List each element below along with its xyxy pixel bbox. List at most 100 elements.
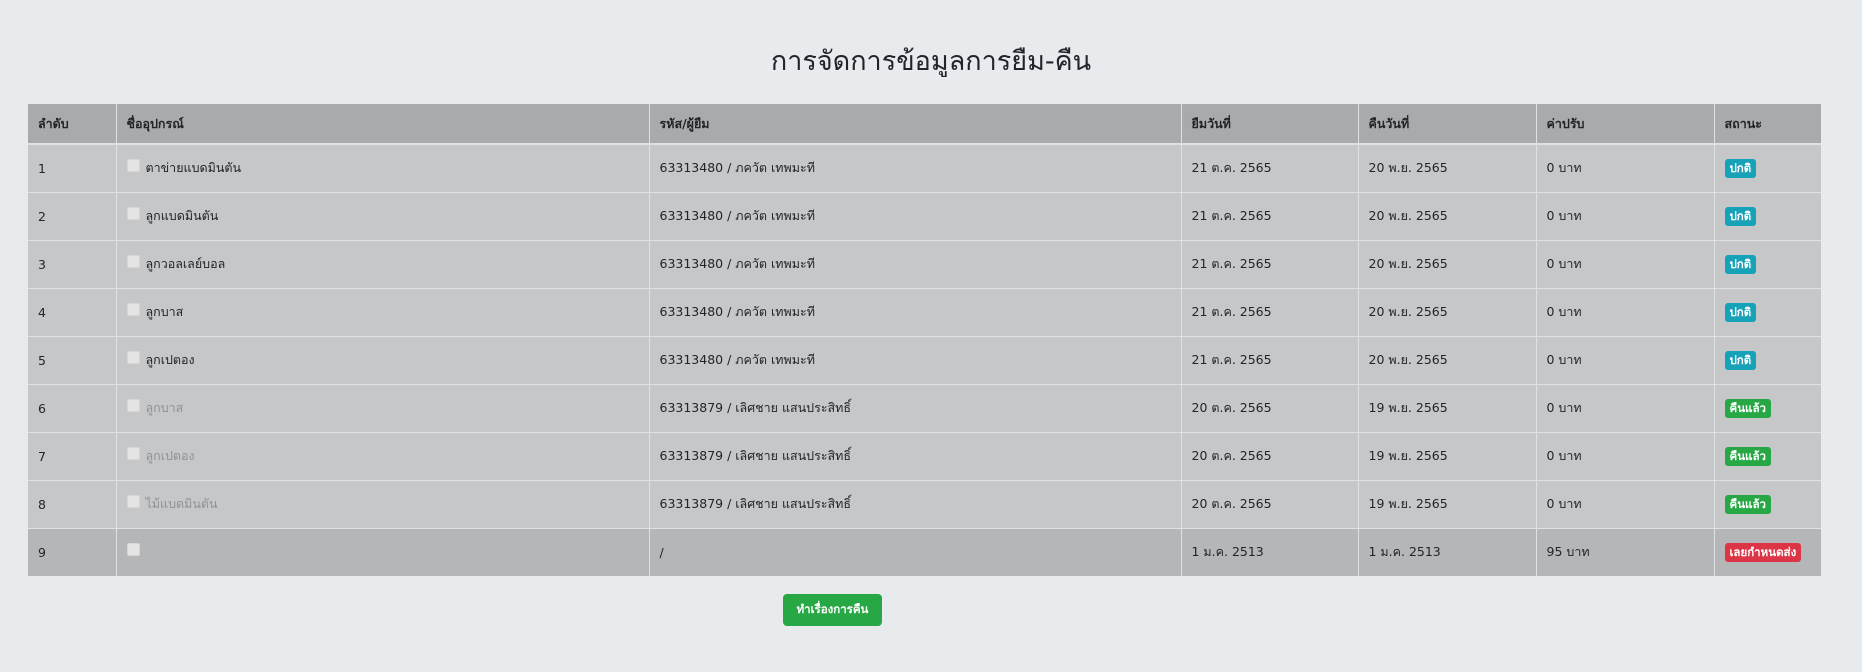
equipment-name: ลูกบาส <box>145 400 184 415</box>
equipment-select: ตาข่ายแบดมินตัน <box>126 158 649 178</box>
header-row: ลำดับ ชื่ออุปกรณ์ รหัส/ผู้ยืม ยืมวันที่ … <box>28 104 1821 145</box>
equipment-select: ลูกเปตอง <box>126 446 649 466</box>
status-badge: เลยกำหนดส่ง <box>1724 542 1802 562</box>
row-number: 7 <box>28 431 117 480</box>
borrow-date: 21 ต.ค. 2565 <box>1181 335 1359 384</box>
row-checkbox[interactable] <box>126 254 140 268</box>
borrower: 63313480 / ภควัต เทพมะที <box>649 287 1182 336</box>
equipment-name-cell: ลูกเปตอง <box>116 335 650 384</box>
fine-amount: 0 บาท <box>1536 335 1715 384</box>
borrow-date: 21 ต.ค. 2565 <box>1181 143 1359 192</box>
status-badge: คืนแล้ว <box>1724 398 1771 418</box>
fine-amount: 0 บาท <box>1536 431 1715 480</box>
equipment-name: ตาข่ายแบดมินตัน <box>145 160 242 176</box>
row-checkbox[interactable] <box>126 302 140 316</box>
status-badge: ปกติ <box>1724 350 1757 370</box>
borrower: / <box>649 527 1182 576</box>
header-return-date: คืนวันที่ <box>1358 104 1537 145</box>
fine-amount: 0 บาท <box>1536 191 1715 240</box>
equipment-name: ลูกแบดมินตัน <box>145 208 219 223</box>
equipment-name-cell: ลูกแบดมินตัน <box>116 191 650 240</box>
status-cell: คืนแล้ว <box>1714 479 1821 528</box>
status-badge: ปกติ <box>1724 302 1757 322</box>
row-checkbox[interactable] <box>126 350 140 364</box>
status-badge: ปกติ <box>1724 254 1757 274</box>
equipment-name-cell: ตาข่ายแบดมินตัน <box>116 143 650 192</box>
row-number: 5 <box>28 335 117 384</box>
table-body: 1 ตาข่ายแบดมินตัน 63313480 / ภควัต เทพมะที… <box>28 143 1821 576</box>
row-number: 2 <box>28 191 117 240</box>
equipment-select: ลูกบาส <box>126 398 649 418</box>
row-checkbox[interactable] <box>126 398 140 412</box>
table-row: 7 ลูกเปตอง 63313879 / เลิศชาย แสนประสิทธิ์… <box>28 431 1821 480</box>
fine-amount: 0 บาท <box>1536 287 1715 336</box>
header-status: สถานะ <box>1714 104 1821 145</box>
fine-amount: 0 บาท <box>1536 383 1715 432</box>
status-cell: เลยกำหนดส่ง <box>1714 527 1821 576</box>
table-row: 3 ลูกวอลเลย์บอล 63313480 / ภควัต เทพมะที 21… <box>28 239 1821 288</box>
status-badge: ปกติ <box>1724 158 1757 178</box>
header-no: ลำดับ <box>28 104 117 145</box>
status-cell: ปกติ <box>1714 239 1821 288</box>
return-date: 20 พ.ย. 2565 <box>1358 287 1537 336</box>
equipment-name-cell <box>116 527 650 576</box>
borrower: 63313879 / เลิศชาย แสนประสิทธิ์ <box>649 431 1182 480</box>
row-checkbox[interactable] <box>126 494 140 508</box>
table-row: 8 ไม้แบดมินตัน 63313879 / เลิศชาย แสนประสิ… <box>28 479 1821 528</box>
status-cell: ปกติ <box>1714 287 1821 336</box>
fine-amount: 0 บาท <box>1536 479 1715 528</box>
equipment-select: ไม้แบดมินตัน <box>126 494 649 514</box>
return-date: 19 พ.ย. 2565 <box>1358 431 1537 480</box>
equipment-select: ลูกบาส <box>126 302 649 322</box>
return-date: 20 พ.ย. 2565 <box>1358 335 1537 384</box>
equipment-name-cell: ลูกเปตอง <box>116 431 650 480</box>
row-checkbox[interactable] <box>126 158 140 172</box>
status-cell: ปกติ <box>1714 335 1821 384</box>
equipment-select: ลูกวอลเลย์บอล <box>126 254 649 274</box>
return-date: 20 พ.ย. 2565 <box>1358 191 1537 240</box>
borrow-date: 20 ต.ค. 2565 <box>1181 383 1359 432</box>
row-number: 4 <box>28 287 117 336</box>
borrower: 63313480 / ภควัต เทพมะที <box>649 335 1182 384</box>
return-date: 19 พ.ย. 2565 <box>1358 479 1537 528</box>
return-date: 19 พ.ย. 2565 <box>1358 383 1537 432</box>
row-checkbox[interactable] <box>126 206 140 220</box>
status-badge: ปกติ <box>1724 206 1757 226</box>
row-checkbox[interactable] <box>126 542 140 556</box>
header-borrower: รหัส/ผู้ยืม <box>649 104 1182 145</box>
fine-amount: 0 บาท <box>1536 143 1715 192</box>
status-badge: คืนแล้ว <box>1724 494 1771 514</box>
borrower: 63313480 / ภควัต เทพมะที <box>649 239 1182 288</box>
header-borrow-date: ยืมวันที่ <box>1181 104 1359 145</box>
equipment-name: ลูกเปตอง <box>145 448 195 463</box>
table-row: 2 ลูกแบดมินตัน 63313480 / ภควัต เทพมะที 21 … <box>28 191 1821 240</box>
status-badge: คืนแล้ว <box>1724 446 1771 466</box>
equipment-name-cell: ลูกบาส <box>116 287 650 336</box>
borrow-date: 20 ต.ค. 2565 <box>1181 479 1359 528</box>
return-date: 1 ม.ค. 2513 <box>1358 527 1537 576</box>
fine-amount: 0 บาท <box>1536 239 1715 288</box>
row-number: 8 <box>28 479 117 528</box>
equipment-select <box>126 542 649 559</box>
header-fine: ค่าปรับ <box>1536 104 1715 145</box>
borrow-return-table: ลำดับ ชื่ออุปกรณ์ รหัส/ผู้ยืม ยืมวันที่ … <box>28 104 1821 576</box>
return-date: 20 พ.ย. 2565 <box>1358 239 1537 288</box>
row-checkbox[interactable] <box>126 446 140 460</box>
table-row: 1 ตาข่ายแบดมินตัน 63313480 / ภควัต เทพมะที… <box>28 143 1821 192</box>
row-number: 6 <box>28 383 117 432</box>
row-number: 3 <box>28 239 117 288</box>
borrow-date: 1 ม.ค. 2513 <box>1181 527 1359 576</box>
equipment-name: ลูกบาส <box>145 304 184 319</box>
process-return-button[interactable]: ทำเรื่องการคืน <box>783 594 882 626</box>
borrow-return-table-container: ลำดับ ชื่ออุปกรณ์ รหัส/ผู้ยืม ยืมวันที่ … <box>28 104 1821 576</box>
status-cell: คืนแล้ว <box>1714 431 1821 480</box>
status-cell: คืนแล้ว <box>1714 383 1821 432</box>
table-row: 5 ลูกเปตอง 63313480 / ภควัต เทพมะที 21 ต.ค.… <box>28 335 1821 384</box>
row-number: 9 <box>28 527 117 576</box>
equipment-name: ลูกวอลเลย์บอล <box>145 256 226 271</box>
borrow-date: 20 ต.ค. 2565 <box>1181 431 1359 480</box>
equipment-name: ลูกเปตอง <box>145 352 195 367</box>
page-title: การจัดการข้อมูลการยืม-คืน <box>770 46 1092 77</box>
table-row: 4 ลูกบาส 63313480 / ภควัต เทพมะที 21 ต.ค. 2… <box>28 287 1821 336</box>
borrow-date: 21 ต.ค. 2565 <box>1181 239 1359 288</box>
